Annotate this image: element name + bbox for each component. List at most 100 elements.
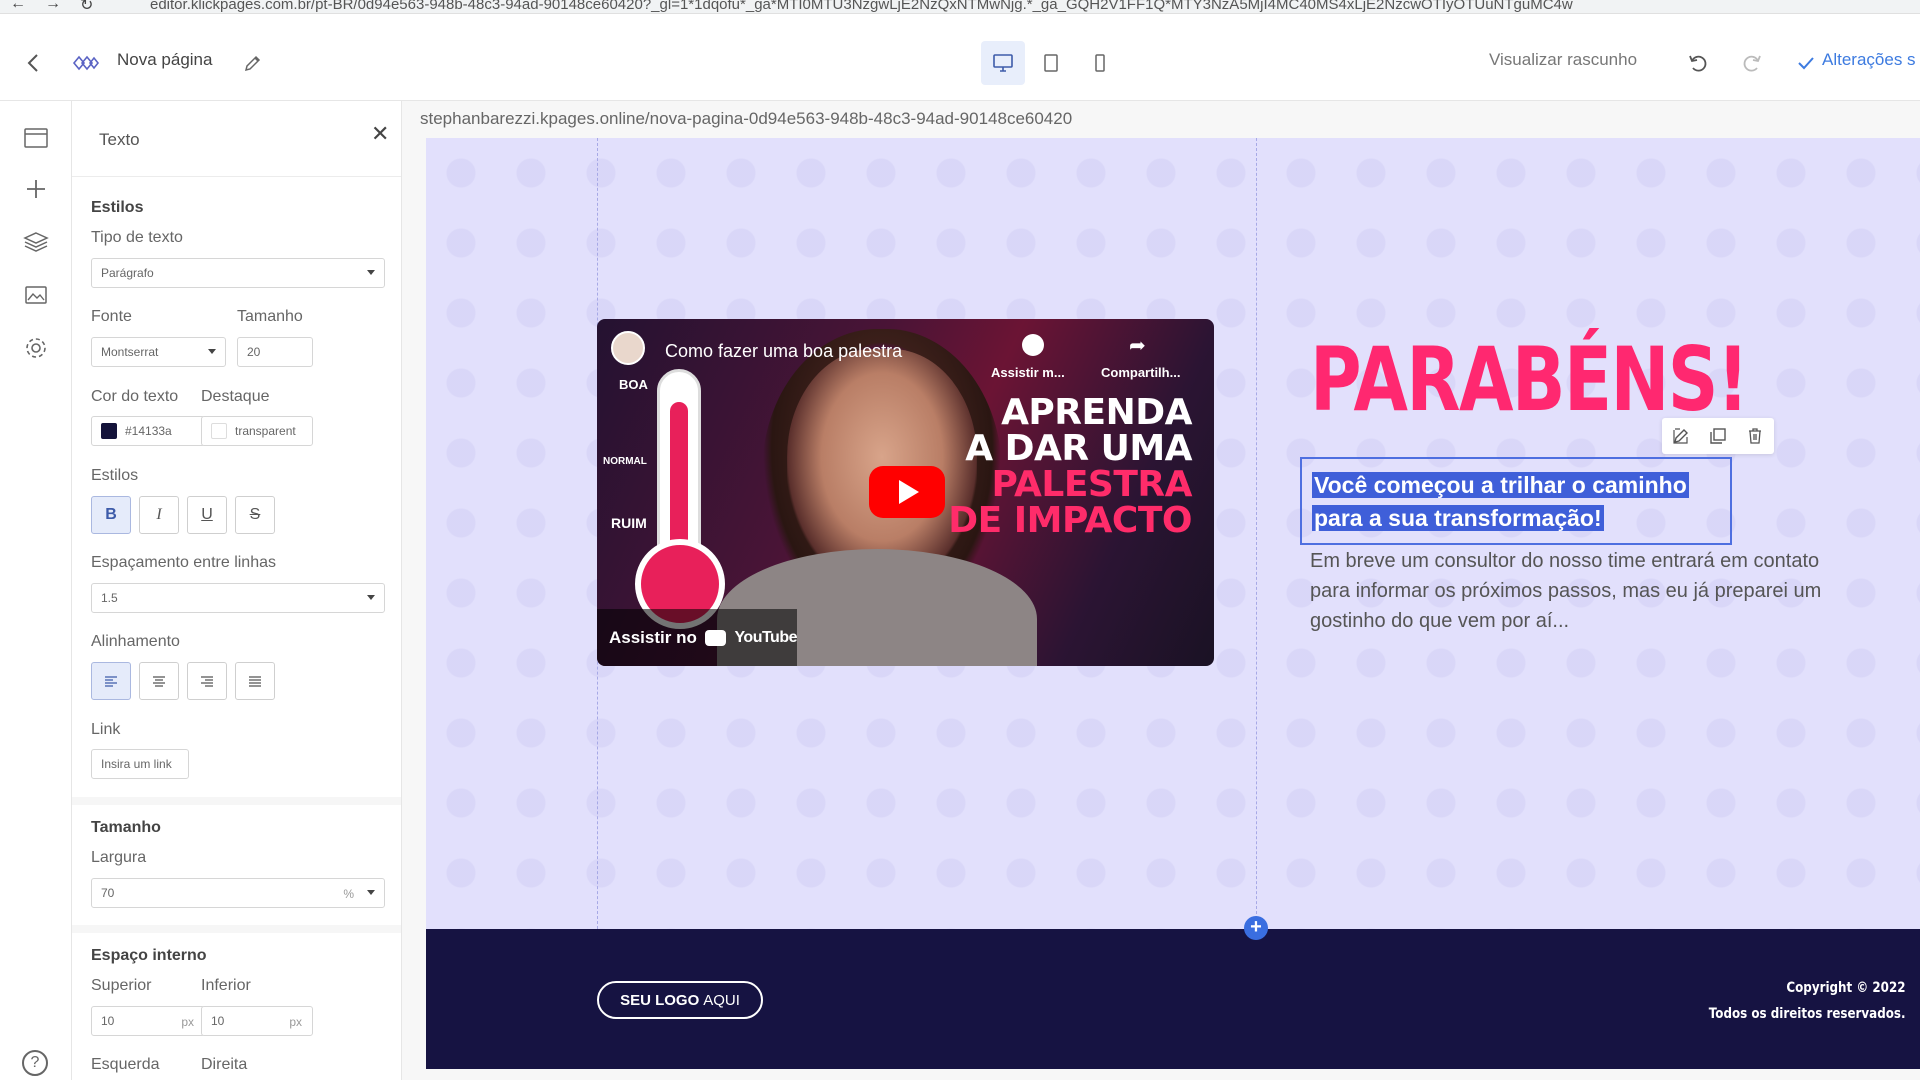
youtube-video-embed[interactable]: BOA NORMAL RUIM Como fazer uma boa pales… (597, 319, 1214, 666)
edit-icon[interactable] (1672, 427, 1690, 445)
strikethrough-button[interactable]: S (235, 496, 275, 534)
sections-icon[interactable] (21, 123, 51, 153)
channel-avatar[interactable] (611, 331, 645, 365)
font-select[interactable]: Montserrat (91, 337, 226, 367)
padding-bottom-input[interactable]: 10 px (201, 1006, 313, 1036)
logo-placeholder[interactable]: SEU LOGO AQUI (597, 981, 763, 1019)
thermo-label-top: BOA (619, 377, 648, 392)
duplicate-icon[interactable] (1709, 427, 1727, 445)
padding-left-label: Esquerda (91, 1056, 160, 1073)
bold-button[interactable]: B (91, 496, 131, 534)
font-size-input[interactable]: 20 (237, 337, 313, 367)
edit-title-pencil-icon[interactable] (242, 52, 264, 74)
font-value: Montserrat (101, 345, 159, 359)
clock-icon[interactable] (1022, 334, 1044, 356)
highlight-label: Destaque (201, 388, 270, 405)
mobile-view-button[interactable] (1078, 41, 1122, 85)
width-input[interactable]: 70 % (91, 878, 385, 908)
text-color-swatch[interactable] (101, 423, 117, 439)
align-left-icon (105, 676, 117, 687)
chevron-down-icon[interactable] (367, 890, 375, 895)
text-properties-panel: Texto ✕ Estilos Tipo de texto Parágrafo … (72, 101, 402, 1080)
forward-arrow-icon[interactable]: → (45, 0, 61, 13)
align-right-icon (201, 676, 213, 687)
browser-url[interactable]: editor.klickpages.com.br/pt-BR/0d94e563-… (150, 0, 1573, 13)
hero-section[interactable]: BOA NORMAL RUIM Como fazer uma boa pales… (426, 138, 1920, 929)
left-icon-rail (0, 101, 72, 1080)
thumbnail-headline-1: APRENDA (1001, 392, 1192, 433)
thermo-label-bottom: RUIM (611, 515, 647, 531)
watch-on-label: Assistir no (609, 627, 697, 647)
layers-icon[interactable] (21, 227, 51, 257)
redo-icon[interactable] (1741, 52, 1763, 74)
browser-address-bar: ← → ↻ editor.klickpages.com.br/pt-BR/0d9… (0, 0, 1920, 14)
thumbnail-headline-4: DE IMPACTO (948, 500, 1192, 541)
media-gallery-icon[interactable] (21, 280, 51, 310)
padding-bottom-value: 10 (211, 1014, 225, 1028)
padding-top-label: Superior (91, 977, 152, 994)
close-icon[interactable]: ✕ (371, 121, 389, 147)
highlight-input[interactable]: transparent (201, 416, 313, 446)
watch-later-label[interactable]: Assistir m... (991, 365, 1065, 380)
font-size-value: 20 (247, 345, 261, 359)
underline-button[interactable]: U (187, 496, 227, 534)
selected-text-line-1: Você começou a trilhar o caminho (1312, 472, 1689, 498)
text-color-value: #14133a (125, 424, 172, 438)
thumbnail-headline-3: PALESTRA (991, 464, 1192, 505)
published-url[interactable]: stephanbarezzi.kpages.online/nova-pagina… (420, 109, 1072, 129)
desktop-view-button[interactable] (981, 41, 1025, 85)
tablet-view-button[interactable] (1029, 41, 1073, 85)
logo-text-rest: AQUI (703, 991, 740, 1009)
text-type-select[interactable]: Parágrafo (91, 258, 385, 288)
element-toolbar (1662, 418, 1774, 454)
watch-on-youtube-bar[interactable]: Assistir no YouTube (597, 609, 797, 666)
link-input[interactable]: Insira um link (91, 749, 189, 779)
panel-header: Texto ✕ (72, 101, 401, 177)
share-arrow-icon[interactable]: ➦ (1129, 333, 1146, 358)
column-guide (1256, 138, 1257, 929)
video-title[interactable]: Como fazer uma boa palestra (665, 341, 902, 362)
align-justify-icon (249, 676, 261, 687)
thumbnail-headline-2: A DAR UMA (965, 428, 1192, 469)
add-section-plus-icon[interactable]: + (1244, 916, 1268, 940)
back-icon[interactable] (22, 52, 44, 74)
align-center-button[interactable] (139, 662, 179, 700)
section-divider (72, 797, 401, 805)
copyright-block: Copyright © 2022 Todos os direitos reser… (1709, 975, 1906, 1027)
congrats-heading[interactable]: PARABÉNS! (1310, 328, 1749, 431)
width-unit: % (343, 887, 354, 901)
link-placeholder: Insira um link (101, 757, 172, 771)
pages-icon[interactable] (72, 53, 100, 73)
padding-top-input[interactable]: 10 px (91, 1006, 205, 1036)
highlight-swatch[interactable] (211, 423, 227, 439)
mobile-icon (1095, 54, 1105, 72)
trash-icon[interactable] (1746, 427, 1764, 445)
italic-button[interactable]: I (139, 496, 179, 534)
align-right-button[interactable] (187, 662, 227, 700)
copyright-text: Copyright © 2022 (1786, 980, 1906, 996)
settings-gear-icon[interactable] (21, 333, 51, 363)
save-status: Alterações s (1822, 50, 1916, 69)
share-label[interactable]: Compartilh... (1101, 365, 1180, 380)
text-type-value: Parágrafo (101, 266, 154, 280)
undo-icon[interactable] (1687, 52, 1709, 74)
font-label: Fonte (91, 308, 132, 325)
selected-text[interactable]: Você começou a trilhar o caminho para a … (1312, 469, 1689, 535)
align-justify-button[interactable] (235, 662, 275, 700)
footer-section[interactable]: SEU LOGO AQUI Copyright © 2022 Todos os … (426, 929, 1920, 1069)
panel-title: Texto (99, 130, 140, 149)
preview-draft-link[interactable]: Visualizar rascunho (1489, 50, 1637, 70)
back-arrow-icon[interactable]: ← (10, 0, 26, 13)
text-color-input[interactable]: #14133a (91, 416, 205, 446)
editor-canvas: stephanbarezzi.kpages.online/nova-pagina… (402, 101, 1920, 1080)
text-color-label: Cor do texto (91, 388, 179, 405)
add-element-icon[interactable] (21, 174, 51, 204)
align-left-button[interactable] (91, 662, 131, 700)
line-spacing-select[interactable]: 1.5 (91, 583, 385, 613)
reload-icon[interactable]: ↻ (80, 0, 93, 13)
body-paragraph[interactable]: Em breve um consultor do nosso time entr… (1310, 546, 1830, 636)
help-icon[interactable]: ? (22, 1050, 48, 1076)
play-button[interactable] (869, 466, 945, 518)
text-type-label: Tipo de texto (91, 229, 183, 246)
selected-text-block[interactable]: Você começou a trilhar o caminho para a … (1300, 457, 1732, 545)
